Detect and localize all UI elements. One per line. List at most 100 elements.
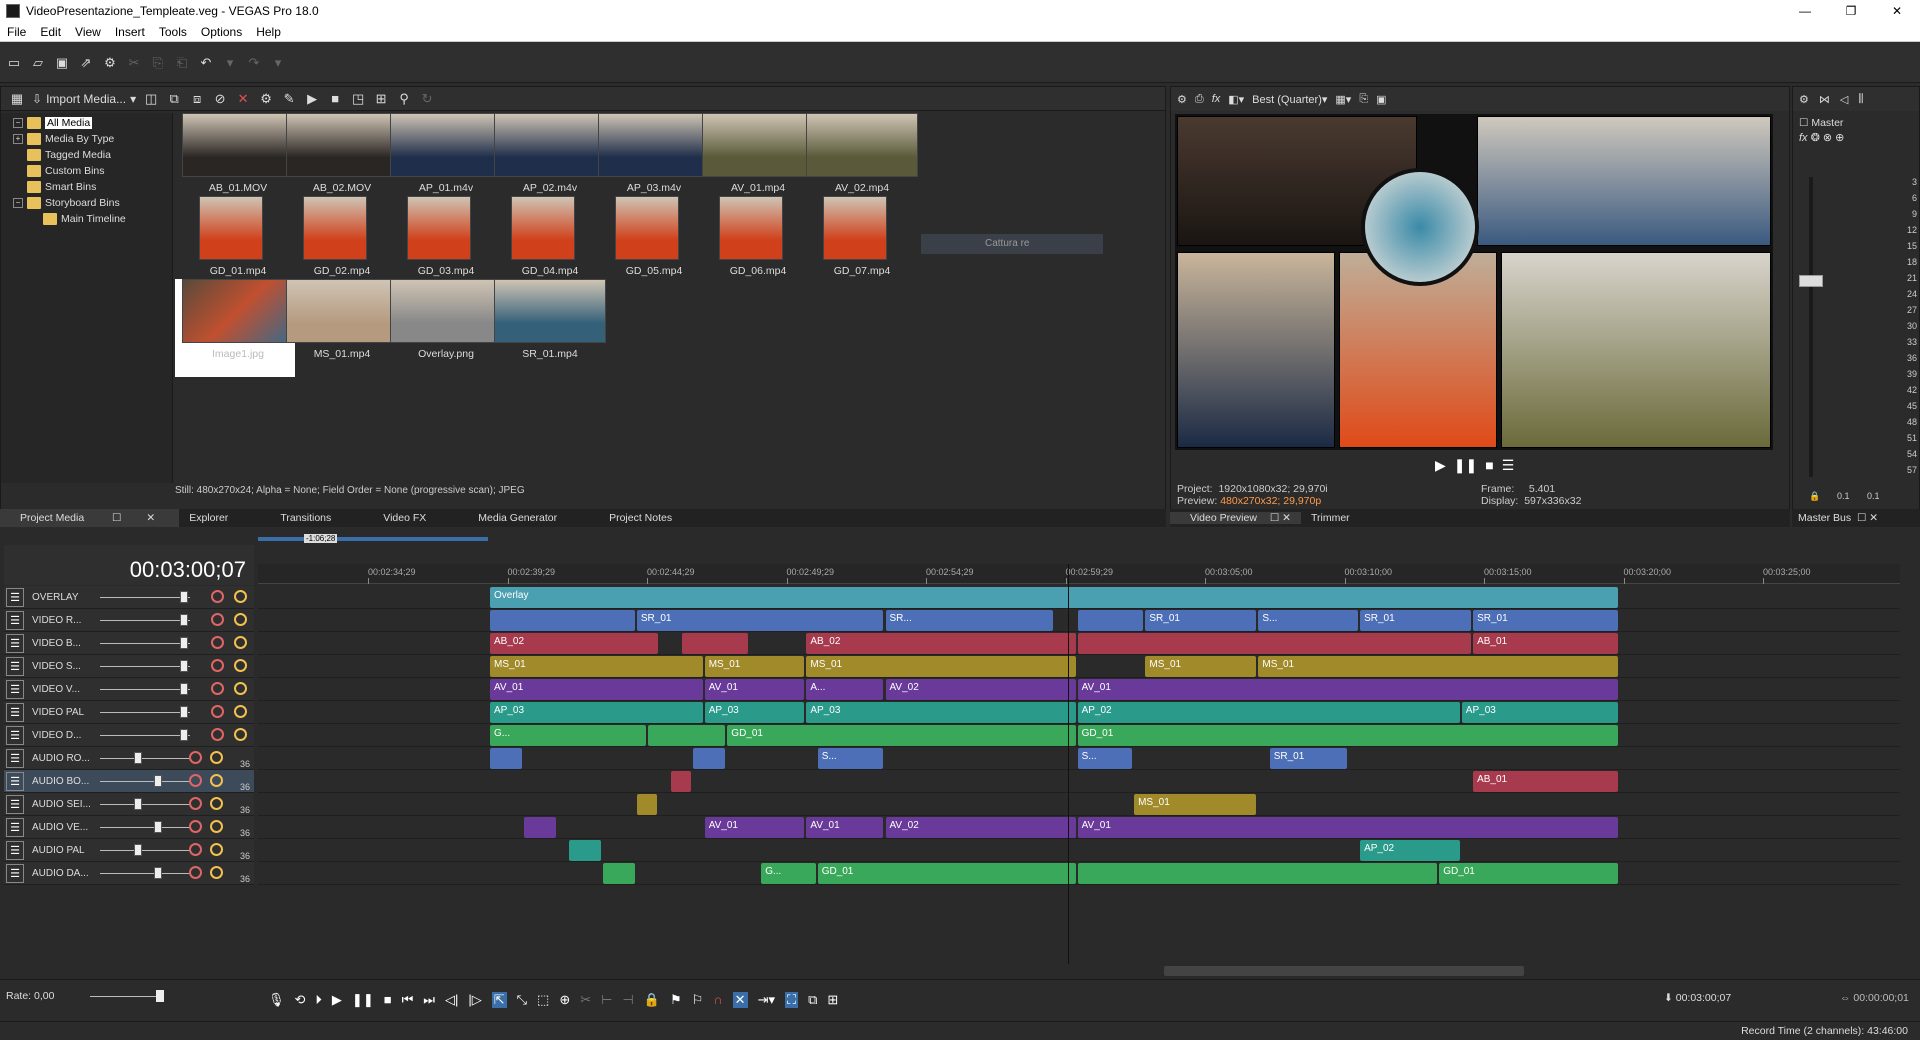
media-thumbnail[interactable]: GD_07.mp4 [799,196,919,294]
previous-frame-icon[interactable]: ◁| [445,992,458,1008]
track-level-slider[interactable] [100,620,190,621]
solo-icon[interactable] [234,636,247,649]
import-media-button[interactable]: ⇩ Import Media... ▾ [32,92,136,106]
copy-icon[interactable]: ⎘ [150,55,166,71]
track-level-knob[interactable] [134,798,142,810]
track-level-slider[interactable] [100,597,190,598]
media-fx-icon[interactable]: ✎ [281,91,297,107]
timeline-event[interactable]: AP_02 [1077,702,1460,723]
master-fx-icons[interactable]: fx ❂ ⊗ ⊕ [1799,131,1844,144]
mute-icon[interactable] [211,613,224,626]
timeline-event[interactable]: S... [817,748,884,769]
solo-icon[interactable] [234,659,247,672]
timeline-event[interactable]: GD_01 [727,725,1076,746]
timeline-event[interactable] [682,633,748,654]
solo-icon[interactable] [210,820,223,833]
playhead-cursor[interactable] [1068,564,1069,964]
capture-icon[interactable]: ◫ [143,91,159,107]
timeline-event[interactable]: SR... [885,610,1053,631]
refresh-icon[interactable]: ↻ [419,91,435,107]
timeline-event[interactable]: AV_01 [1077,817,1618,838]
timeline-event[interactable] [1077,633,1472,654]
insert-marker-icon[interactable]: ⚑ [670,992,682,1008]
track-header[interactable]: ☰ VIDEO B... [4,632,254,655]
lock-events-icon[interactable]: 🔒 [644,992,660,1008]
timeline-event[interactable]: AP_03 [806,702,1076,723]
mute-icon[interactable] [189,797,202,810]
timeline-event[interactable]: AV_01 [490,679,703,700]
mute-icon[interactable] [189,751,202,764]
save-snapshot-icon[interactable]: ▣ [1376,93,1386,106]
track-header[interactable]: ☰ VIDEO S... [4,655,254,678]
loop-region-bar[interactable] [258,537,488,541]
track-menu-icon[interactable]: ☰ [6,794,24,814]
media-thumbnail[interactable]: Image1.jpg [175,279,295,377]
track-level-knob[interactable] [154,775,162,787]
solo-icon[interactable] [234,613,247,626]
timeline-event[interactable]: MS_01 [704,656,805,677]
trim-end-icon[interactable]: ⊣ [622,992,633,1008]
next-frame-icon[interactable]: |▷ [468,992,481,1008]
tab-project-notes[interactable]: Project Notes [569,512,684,524]
timeline-event[interactable]: GD_01 [1439,863,1618,884]
mute-icon[interactable] [189,774,202,787]
menu-options[interactable]: Options [194,25,249,39]
timeline-event[interactable]: SR_01 [1145,610,1257,631]
get-media-icon[interactable]: ⧉ [166,91,182,107]
track-level-slider[interactable] [100,827,190,828]
master-bus-tab[interactable]: Master Bus ☐ ✕ [1792,509,1920,527]
dim-output-icon[interactable]: ◁ [1840,93,1848,106]
track-level-slider[interactable] [100,735,190,736]
timeline-event[interactable]: AB_02 [806,633,1076,654]
timeline-event[interactable]: SR_01 [636,610,884,631]
timeline-event[interactable] [636,794,658,815]
stop-icon[interactable]: ■ [327,91,343,107]
timeline-event[interactable]: AP_03 [704,702,805,723]
tab-video-preview[interactable]: Video Preview ☐ ✕ [1170,512,1301,524]
tree-item[interactable]: Smart Bins [1,179,172,195]
track-level-slider[interactable] [100,850,190,851]
media-thumbnail[interactable]: GD_06.mp4 [695,196,815,294]
rate-slider-knob[interactable] [156,990,164,1002]
tree-item[interactable]: + Media By Type [1,131,172,147]
overlays-grid-icon[interactable]: ▦▾ [1335,93,1351,106]
timeline-event[interactable]: MS_01 [1145,656,1257,677]
timeline-event[interactable] [523,817,556,838]
tree-expander-icon[interactable]: − [13,198,23,208]
tree-expander-icon[interactable]: − [13,118,23,128]
track-menu-icon[interactable]: ☰ [6,702,24,722]
record-icon[interactable]: 🎙 [268,992,285,1008]
view-options-icon[interactable]: ▦ [9,91,25,107]
solo-icon[interactable] [210,866,223,879]
menu-help[interactable]: Help [249,25,288,39]
timeline-event[interactable] [648,725,726,746]
track-level-knob[interactable] [134,752,142,764]
preview-quality-dropdown[interactable]: Best (Quarter)▾ [1252,93,1327,106]
timeline-event[interactable]: G... [490,725,647,746]
track-menu-icon[interactable]: ☰ [6,817,24,837]
split-icon[interactable]: ✂ [580,992,591,1008]
timeline-event[interactable]: AV_01 [1077,679,1618,700]
timeline-event[interactable]: AV_02 [885,679,1076,700]
timeline-event[interactable]: AP_03 [1461,702,1618,723]
mute-icon[interactable] [189,843,202,856]
track-menu-icon[interactable]: ☰ [6,840,24,860]
timeline-event[interactable]: MS_01 [1134,794,1257,815]
mute-icon[interactable] [211,728,224,741]
trim-start-icon[interactable]: ⊢ [601,992,612,1008]
track-level-slider[interactable] [100,712,190,713]
timeline-event[interactable]: MS_01 [1258,656,1618,677]
minimize-button[interactable]: — [1782,0,1828,22]
redo-dropdown-icon[interactable]: ▾ [270,55,286,71]
mute-icon[interactable] [211,659,224,672]
track-header[interactable]: ☰ AUDIO SEI... 36 [4,793,254,816]
solo-icon[interactable] [234,705,247,718]
auto-crossfade-icon[interactable]: ✕ [732,992,748,1008]
timeline-event[interactable]: GD_01 [1077,725,1618,746]
stop-icon[interactable]: ■ [384,992,392,1008]
video-fx-icon[interactable]: fx [1212,93,1221,105]
timeline-event[interactable] [490,748,522,769]
pause-icon[interactable]: ❚❚ [352,992,374,1008]
media-properties-icon[interactable]: ⚙ [258,91,274,107]
track-menu-icon[interactable]: ☰ [6,725,24,745]
